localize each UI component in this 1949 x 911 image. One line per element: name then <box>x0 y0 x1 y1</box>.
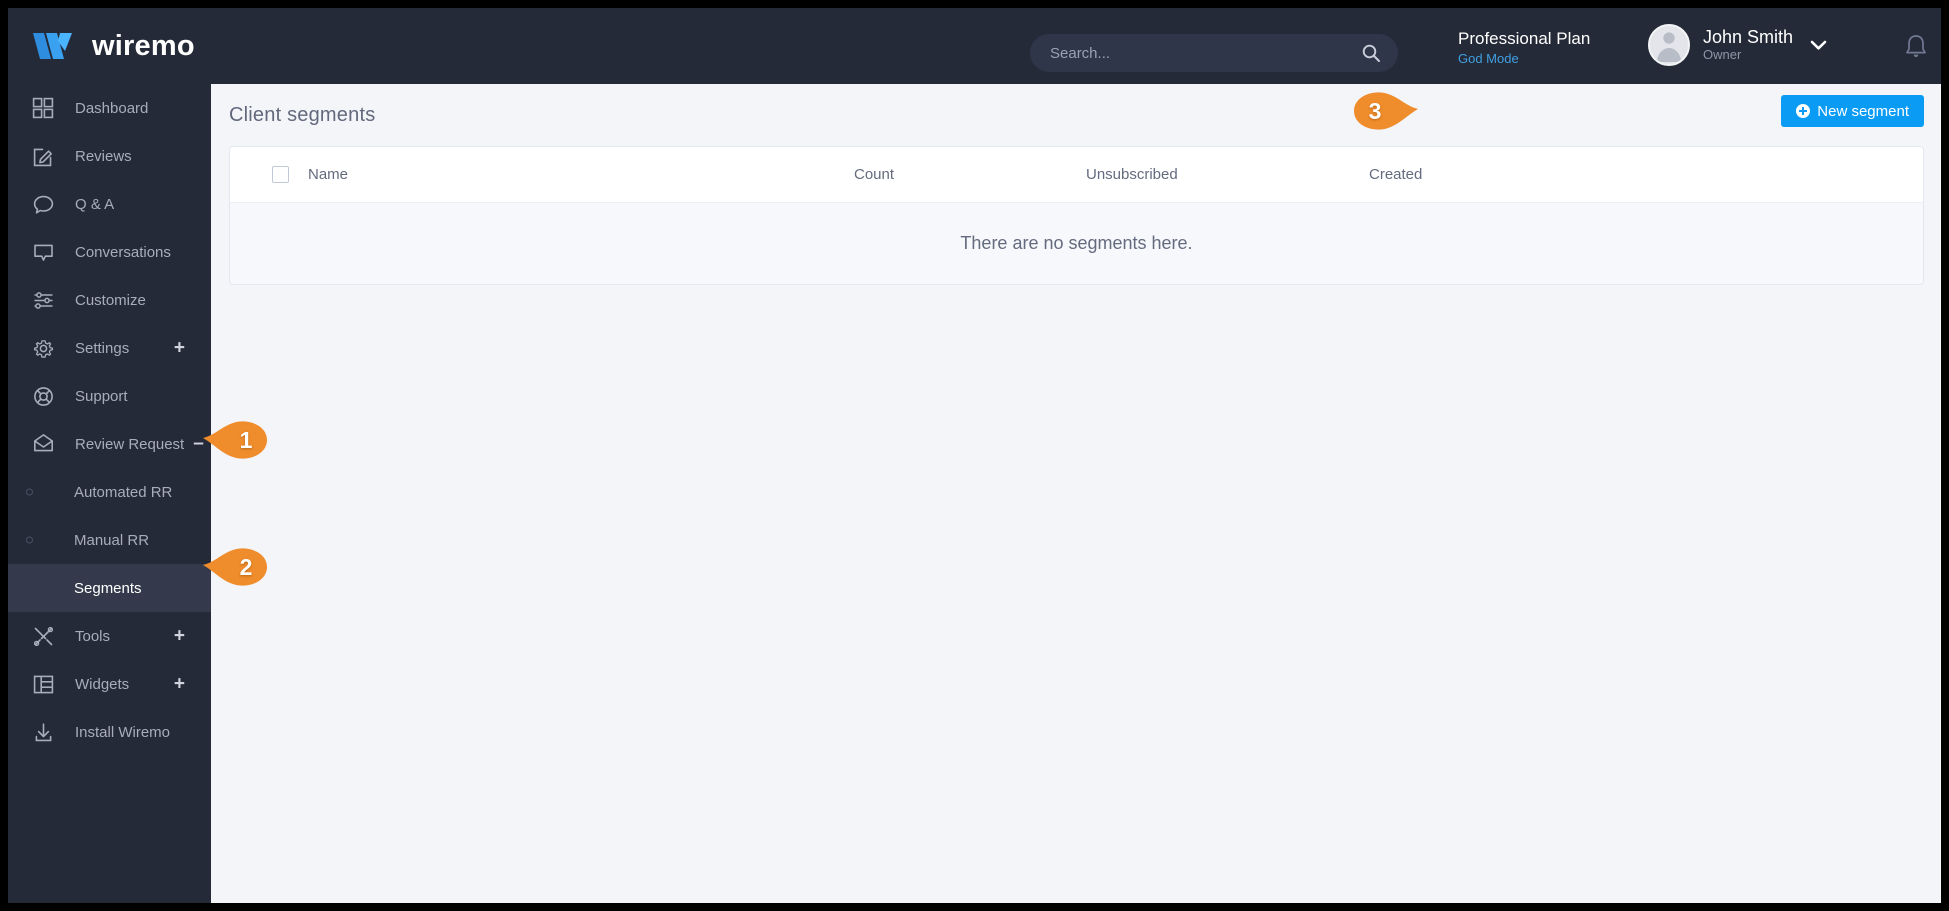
widgets-icon <box>30 671 56 697</box>
callout-marker-3: 3 <box>1352 88 1418 134</box>
message-icon <box>30 239 56 265</box>
avatar <box>1648 24 1690 66</box>
column-header-unsubscribed[interactable]: Unsubscribed <box>1086 166 1369 183</box>
user-name: John Smith <box>1703 27 1794 48</box>
tools-icon <box>30 623 56 649</box>
sidebar-item-label: Review Request <box>75 435 185 453</box>
notifications-button[interactable] <box>1901 32 1931 62</box>
callout-number: 1 <box>239 426 253 453</box>
empty-state-message: There are no segments here. <box>960 233 1193 253</box>
column-header-count[interactable]: Count <box>854 166 1086 183</box>
sidebar-expander-tools[interactable]: + <box>174 627 185 646</box>
sidebar: Dashboard Reviews Q & A Conversations Cu… <box>8 84 211 903</box>
segments-table-card: Name Count Unsubscribed Created There ar… <box>229 146 1924 285</box>
callout-number: 3 <box>1368 97 1382 124</box>
sidebar-item-settings[interactable]: Settings + <box>8 324 211 372</box>
user-names: John Smith Owner <box>1703 27 1793 63</box>
chat-bubble-icon <box>30 191 56 217</box>
brand-logo[interactable]: wiremo <box>8 8 261 84</box>
sidebar-sub-label: Automated RR <box>74 483 173 501</box>
sidebar-item-label: Widgets <box>75 675 130 693</box>
table-header-row: Name Count Unsubscribed Created <box>230 147 1923 203</box>
edit-square-icon <box>30 143 56 169</box>
new-segment-label: New segment <box>1817 102 1909 120</box>
callout-marker-2: 2 <box>203 544 269 590</box>
gear-icon <box>30 335 56 361</box>
sidebar-item-label: Dashboard <box>75 99 149 117</box>
lifebuoy-icon <box>30 383 56 409</box>
brand-name: wiremo <box>92 29 195 62</box>
sidebar-item-conversations[interactable]: Conversations <box>8 228 211 276</box>
sidebar-item-qa[interactable]: Q & A <box>8 180 211 228</box>
callout-number: 2 <box>239 553 253 580</box>
sidebar-item-segments[interactable]: Segments <box>8 564 211 612</box>
top-bar: wiremo Professional Plan God Mode <box>8 8 1941 84</box>
select-all-cell <box>230 166 308 183</box>
sidebar-item-label: Conversations <box>75 243 171 261</box>
wiremo-logo-icon <box>33 33 72 59</box>
plus-circle-icon <box>1796 104 1811 118</box>
select-all-checkbox[interactable] <box>272 166 289 183</box>
sidebar-item-automated-rr[interactable]: Automated RR <box>8 468 211 516</box>
sidebar-item-label: Install Wiremo <box>75 723 171 741</box>
application-window: wiremo Professional Plan God Mode <box>8 8 1941 903</box>
column-header-name[interactable]: Name <box>308 166 854 183</box>
sidebar-item-manual-rr[interactable]: Manual RR <box>8 516 211 564</box>
plan-info[interactable]: Professional Plan God Mode <box>1458 28 1618 68</box>
sidebar-sub-label: Manual RR <box>74 531 150 549</box>
user-menu[interactable]: John Smith Owner <box>1648 24 1827 66</box>
sidebar-item-label: Support <box>75 387 128 405</box>
callout-marker-1: 1 <box>203 417 269 463</box>
sidebar-item-support[interactable]: Support <box>8 372 211 420</box>
user-avatar-icon <box>1656 32 1682 62</box>
table-body-empty-state: There are no segments here. <box>230 203 1923 284</box>
search-icon <box>1362 44 1381 63</box>
page-title: Client segments <box>229 103 376 126</box>
sidebar-item-label: Q & A <box>75 195 115 213</box>
user-role: Owner <box>1703 46 1742 62</box>
search-box[interactable] <box>1030 34 1398 72</box>
sidebar-item-label: Reviews <box>75 147 132 165</box>
bell-icon <box>1906 35 1926 58</box>
sliders-icon <box>30 287 56 313</box>
sidebar-item-review-request[interactable]: Review Request – <box>8 420 211 468</box>
sidebar-item-reviews[interactable]: Reviews <box>8 132 211 180</box>
sidebar-expander-settings[interactable]: + <box>174 339 185 358</box>
plan-title: Professional Plan <box>1458 29 1591 48</box>
search-input[interactable] <box>1050 44 1360 62</box>
sidebar-sub-label: Segments <box>74 579 142 597</box>
envelope-icon <box>30 431 56 457</box>
sidebar-expander-widgets[interactable]: + <box>174 675 185 694</box>
sidebar-item-label: Tools <box>75 627 111 645</box>
sidebar-item-tools[interactable]: Tools + <box>8 612 211 660</box>
column-header-created[interactable]: Created <box>1369 166 1669 183</box>
search-button[interactable] <box>1360 42 1382 64</box>
plan-mode-link[interactable]: God Mode <box>1458 50 1618 68</box>
chevron-down-icon[interactable] <box>1810 39 1827 51</box>
sidebar-item-dashboard[interactable]: Dashboard <box>8 84 211 132</box>
new-segment-button[interactable]: New segment <box>1781 95 1924 127</box>
grid-icon <box>30 95 56 121</box>
sidebar-item-label: Customize <box>75 291 146 309</box>
sidebar-item-install-wiremo[interactable]: Install Wiremo <box>8 708 211 756</box>
sidebar-item-customize[interactable]: Customize <box>8 276 211 324</box>
download-icon <box>30 719 56 745</box>
sidebar-item-label: Settings <box>75 339 130 357</box>
main-content: Client segments New segment Name Count U… <box>211 84 1941 903</box>
page-header: Client segments New segment <box>211 84 1941 146</box>
sidebar-item-widgets[interactable]: Widgets + <box>8 660 211 708</box>
